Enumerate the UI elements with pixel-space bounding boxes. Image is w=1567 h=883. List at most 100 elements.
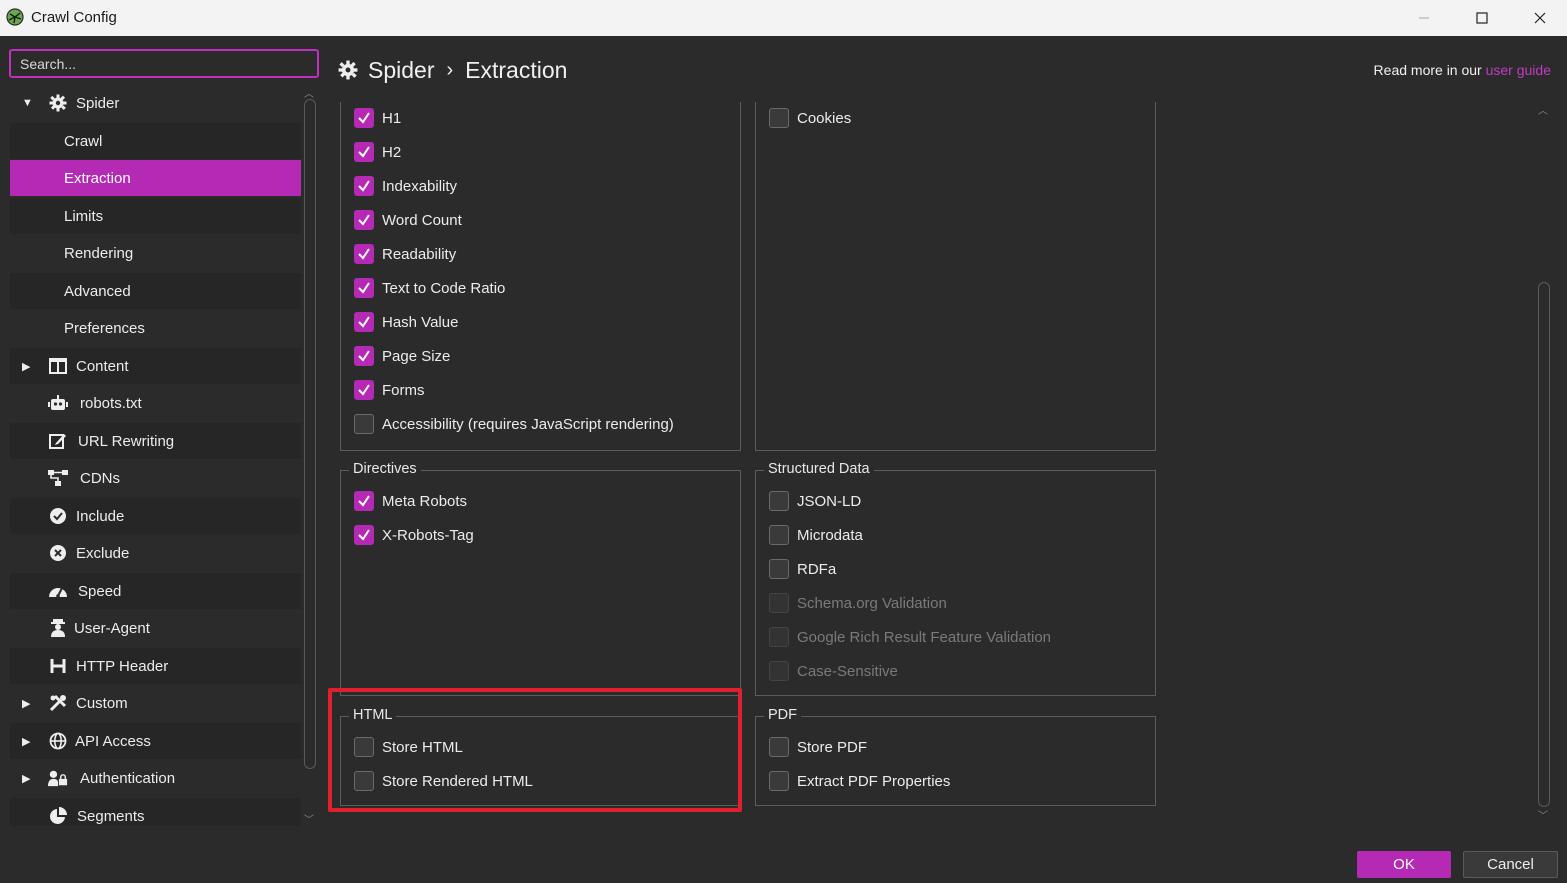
checkbox-text-to-code-ratio[interactable]: Text to Code Ratio	[354, 277, 505, 299]
checkbox-label: Cookies	[797, 109, 852, 127]
checkbox-unchecked-icon[interactable]	[769, 108, 789, 128]
directives-group: Directives Meta Robots X-Robots-Tag	[340, 461, 741, 696]
checkbox-json-ld[interactable]: JSON-LD	[769, 490, 861, 512]
checkbox-label: Word Count	[382, 211, 462, 229]
cancel-button[interactable]: Cancel	[1463, 851, 1558, 878]
checkbox-extract-pdf-properties[interactable]: Extract PDF Properties	[769, 770, 950, 792]
checkbox-store-pdf[interactable]: Store PDF	[769, 736, 867, 758]
checkbox-checked-icon[interactable]	[354, 491, 374, 511]
sidebar-item-label: Crawl	[64, 132, 103, 150]
checkbox-label: Microdata	[797, 526, 863, 544]
checkbox-checked-icon[interactable]	[354, 312, 374, 332]
checkbox-unchecked-icon[interactable]	[769, 771, 789, 791]
sidebar-item-extraction[interactable]: Extraction	[10, 160, 301, 196]
sidebar-item-label: URL Rewriting	[78, 432, 175, 450]
sidebar-item-exclude[interactable]: Exclude	[10, 535, 301, 571]
sidebar-item-label: Preferences	[64, 319, 145, 337]
checkbox-disabled-icon	[769, 661, 789, 681]
sidebar-item-cdns[interactable]: CDNs	[10, 460, 301, 496]
sidebar: ▼ Spider Crawl Extraction Limits Renderi…	[10, 85, 301, 826]
minimize-button[interactable]	[1395, 0, 1453, 36]
checkbox-disabled-icon	[769, 627, 789, 647]
sidebar-item-api-access[interactable]: ▶ API Access	[10, 723, 301, 759]
collapsed-arrow-icon[interactable]: ▶	[22, 697, 30, 710]
checkbox-checked-icon[interactable]	[354, 108, 374, 128]
checkbox-label: Google Rich Result Feature Validation	[797, 628, 1052, 646]
ok-button[interactable]: OK	[1357, 851, 1451, 878]
checkbox-microdata[interactable]: Microdata	[769, 524, 863, 546]
checkbox-checked-icon[interactable]	[354, 210, 374, 230]
sidebar-item-advanced[interactable]: Advanced	[10, 273, 301, 309]
main-scrollbar[interactable]: ︿ ﹀	[1536, 102, 1552, 822]
checkbox-unchecked-icon[interactable]	[769, 525, 789, 545]
checkbox-rdfa[interactable]: RDFa	[769, 558, 836, 580]
sidebar-item-label: Speed	[78, 582, 122, 600]
checkbox-checked-icon[interactable]	[354, 380, 374, 400]
checkbox-checked-icon[interactable]	[354, 176, 374, 196]
collapsed-arrow-icon[interactable]: ▶	[22, 735, 30, 748]
group-legend: Directives	[349, 461, 421, 477]
checkbox-checked-icon[interactable]	[354, 346, 374, 366]
sidebar-item-rendering[interactable]: Rendering	[10, 235, 301, 271]
h-icon	[48, 656, 68, 676]
checkbox-h1[interactable]: H1	[354, 107, 401, 129]
x-circle-icon	[48, 543, 68, 563]
checkbox-checked-icon[interactable]	[354, 142, 374, 162]
checkbox-unchecked-icon[interactable]	[769, 559, 789, 579]
checkbox-unchecked-icon[interactable]	[769, 737, 789, 757]
checkbox-hash-value[interactable]: Hash Value	[354, 311, 458, 333]
collapsed-arrow-icon[interactable]: ▶	[22, 772, 30, 785]
collapsed-arrow-icon[interactable]: ▶	[22, 360, 30, 373]
sidebar-item-url-rewriting[interactable]: URL Rewriting	[10, 423, 301, 459]
checkbox-checked-icon[interactable]	[354, 244, 374, 264]
checkbox-checked-icon[interactable]	[354, 278, 374, 298]
user-guide-link[interactable]: user guide	[1486, 62, 1551, 78]
sidebar-item-include[interactable]: Include	[10, 498, 301, 534]
checkbox-checked-icon[interactable]	[354, 525, 374, 545]
checkbox-word-count[interactable]: Word Count	[354, 209, 462, 231]
checkbox-page-size[interactable]: Page Size	[354, 345, 450, 367]
checkbox-label: Extract PDF Properties	[797, 772, 951, 790]
sidebar-item-robots-txt[interactable]: robots.txt	[10, 385, 301, 421]
sidebar-item-content[interactable]: ▶ Content	[10, 348, 301, 384]
close-icon	[1534, 12, 1546, 24]
sidebar-item-custom[interactable]: ▶ Custom	[10, 685, 301, 721]
sidebar-item-user-agent[interactable]: User-Agent	[10, 610, 301, 646]
scrollbar-thumb[interactable]	[304, 99, 316, 769]
search-input[interactable]	[9, 49, 319, 78]
sidebar-item-authentication[interactable]: ▶ Authentication	[10, 760, 301, 796]
scrollbar-thumb[interactable]	[1538, 282, 1550, 807]
checkbox-h2[interactable]: H2	[354, 141, 401, 163]
sidebar-item-segments[interactable]: Segments	[10, 798, 301, 826]
close-button[interactable]	[1511, 0, 1567, 36]
sidebar-item-spider[interactable]: ▼ Spider	[10, 85, 301, 121]
checkbox-label: X-Robots-Tag	[382, 526, 474, 544]
checkbox-meta-robots[interactable]: Meta Robots	[354, 490, 467, 512]
scroll-down-icon[interactable]: ﹀	[304, 811, 314, 826]
checkbox-forms[interactable]: Forms	[354, 379, 425, 401]
expanded-arrow-icon[interactable]: ▼	[22, 97, 33, 109]
edit-icon	[48, 431, 68, 451]
sidebar-item-limits[interactable]: Limits	[10, 198, 301, 234]
sidebar-item-label: Limits	[64, 207, 104, 225]
maximize-button[interactable]	[1453, 0, 1511, 36]
sidebar-item-crawl[interactable]: Crawl	[10, 123, 301, 159]
scroll-up-icon[interactable]: ︿	[304, 85, 314, 100]
sidebar-item-preferences[interactable]: Preferences	[10, 310, 301, 346]
sidebar-item-speed[interactable]: Speed	[10, 573, 301, 609]
checkbox-indexability[interactable]: Indexability	[354, 175, 457, 197]
checkbox-unchecked-icon[interactable]	[769, 491, 789, 511]
page-elements-group: H1 H2 Indexability Word Count Readabilit…	[340, 102, 741, 451]
checkbox-readability[interactable]: Readability	[354, 243, 456, 265]
scroll-up-icon[interactable]: ︿	[1538, 102, 1548, 117]
sidebar-item-http-header[interactable]: HTTP Header	[10, 648, 301, 684]
checkbox-cookies[interactable]: Cookies	[769, 107, 851, 129]
scroll-down-icon[interactable]: ﹀	[1538, 807, 1548, 822]
sidebar-scrollbar[interactable]: ︿ ﹀	[302, 85, 318, 826]
checkbox-x-robots-tag[interactable]: X-Robots-Tag	[354, 524, 474, 546]
checkbox-google-rich-result-validation: Google Rich Result Feature Validation	[769, 626, 1051, 648]
checkbox-unchecked-icon[interactable]	[354, 414, 374, 434]
sidebar-item-label: Custom	[76, 694, 128, 712]
sidebar-item-label: robots.txt	[80, 394, 142, 412]
checkbox-accessibility[interactable]: Accessibility (requires JavaScript rende…	[354, 413, 674, 435]
